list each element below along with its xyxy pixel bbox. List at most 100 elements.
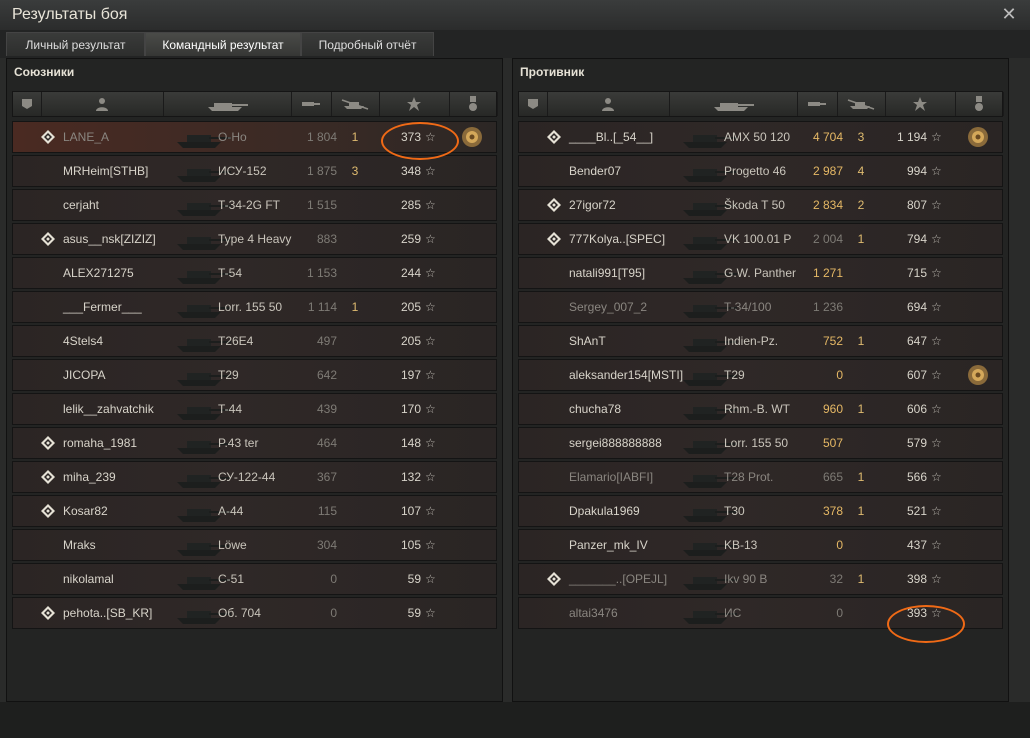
- kills-value: 1: [857, 334, 865, 348]
- kills-value: [345, 598, 365, 628]
- player-row[interactable]: JICOPA T29 642 197 ☆: [12, 359, 497, 391]
- xp-star-icon: ☆: [425, 436, 436, 450]
- medal-icon[interactable]: [955, 92, 1004, 116]
- damage-value: 367: [316, 470, 337, 484]
- xp-value: 994: [906, 164, 927, 178]
- damage-value: 0: [330, 572, 337, 586]
- damage-value: 1 875: [306, 164, 337, 178]
- platoon-icon: [41, 606, 55, 620]
- player-row[interactable]: _______..[OPEJL] Ikv 90 B 32 1 398 ☆: [518, 563, 1003, 595]
- xp-star-icon: ☆: [931, 470, 942, 484]
- medal-icon[interactable]: [967, 126, 989, 148]
- medal-icon[interactable]: [461, 126, 483, 148]
- tank-name: Об. 704: [218, 606, 261, 620]
- player-row[interactable]: sergei888888888 Lorr. 155 50 507 579 ☆: [518, 427, 1003, 459]
- damage-value: 1 515: [306, 198, 337, 212]
- player-row[interactable]: Kosar82 A-44 115 107 ☆: [12, 495, 497, 527]
- player-row[interactable]: chucha78 Rhm.-B. WT 960 1 606 ☆: [518, 393, 1003, 425]
- player-row[interactable]: ShAnT Indien-Pz. 752 1 647 ☆: [518, 325, 1003, 357]
- kills-value: 3: [857, 130, 865, 144]
- damage-value: 1 804: [306, 130, 337, 144]
- damage-value: 0: [836, 368, 843, 382]
- kills-value: [345, 360, 365, 390]
- player-name: 777Kolya..[SPEC]: [569, 232, 666, 246]
- kills-value: 2: [857, 198, 865, 212]
- xp-value: 521: [906, 504, 927, 518]
- xp-value: 437: [906, 538, 927, 552]
- medal-icon[interactable]: [967, 364, 989, 386]
- tab-bar: Личный результат Командный результат Под…: [0, 30, 1030, 58]
- xp-value: 59: [407, 606, 421, 620]
- tab-team-result[interactable]: Командный результат: [145, 32, 301, 56]
- tank-name: T-34-2G FT: [218, 198, 281, 212]
- damage-value: 0: [330, 606, 337, 620]
- tank-name: O-Ho: [218, 130, 247, 144]
- player-row[interactable]: Sergey_007_2 T-34/100 1 236 694 ☆: [518, 291, 1003, 323]
- kills-value: [345, 224, 365, 254]
- damage-value: 304: [316, 538, 337, 552]
- player-row[interactable]: 27igor72 Škoda T 50 2 834 2 807 ☆: [518, 189, 1003, 221]
- player-row[interactable]: ____Bl..[_54__] AMX 50 120 4 704 3 1 194 ☆: [518, 121, 1003, 153]
- xp-value: 606: [906, 402, 927, 416]
- player-row[interactable]: Elamario[IABFI] T28 Prot. 665 1 566 ☆: [518, 461, 1003, 493]
- xp-star-icon: ☆: [425, 368, 436, 382]
- xp-value: 348: [400, 164, 421, 178]
- player-row[interactable]: aleksander154[MSTI] T29 0 607 ☆: [518, 359, 1003, 391]
- footer-strip: [0, 702, 1030, 738]
- player-row[interactable]: Mraks Löwe 304 105 ☆: [12, 529, 497, 561]
- kills-icon[interactable]: [331, 92, 380, 116]
- enemies-title: Противник: [520, 65, 585, 79]
- player-name: Kosar82: [63, 504, 108, 518]
- highlight-oval: [887, 605, 965, 643]
- damage-value: 378: [822, 504, 843, 518]
- player-row[interactable]: pehota..[SB_KR] Об. 704 0 59 ☆: [12, 597, 497, 629]
- player-row[interactable]: Dpakula1969 T30 378 1 521 ☆: [518, 495, 1003, 527]
- xp-star-icon: ☆: [425, 606, 436, 620]
- player-row[interactable]: ALEX271275 T-54 1 153 244 ☆: [12, 257, 497, 289]
- platoon-icon[interactable]: [13, 92, 42, 116]
- xp-star-icon: ☆: [425, 470, 436, 484]
- kills-icon[interactable]: [837, 92, 886, 116]
- tank-name: P.43 ter: [218, 436, 259, 450]
- player-row[interactable]: Bender07 Progetto 46 2 987 4 994 ☆: [518, 155, 1003, 187]
- player-row[interactable]: nikolamal C-51 0 59 ☆: [12, 563, 497, 595]
- xp-value: 205: [400, 334, 421, 348]
- player-row[interactable]: lelik__zahvatchik T-44 439 170 ☆: [12, 393, 497, 425]
- kills-value: [851, 598, 871, 628]
- player-row[interactable]: cerjaht T-34-2G FT 1 515 285 ☆: [12, 189, 497, 221]
- enemies-column-header: [518, 91, 1004, 117]
- kills-value: 1: [857, 232, 865, 246]
- player-row[interactable]: Panzer_mk_IV KB-13 0 437 ☆: [518, 529, 1003, 561]
- xp-star-icon[interactable]: [379, 92, 450, 116]
- kills-value: [345, 564, 365, 594]
- platoon-icon: [547, 232, 561, 246]
- damage-icon[interactable]: [291, 92, 332, 116]
- player-icon[interactable]: [547, 92, 670, 116]
- player-row[interactable]: 4Stels4 T26E4 497 205 ☆: [12, 325, 497, 357]
- player-icon[interactable]: [41, 92, 164, 116]
- tank-icon[interactable]: [163, 92, 292, 116]
- medal-icon[interactable]: [449, 92, 498, 116]
- highlight-oval: [381, 122, 459, 160]
- player-row[interactable]: ___Fermer___ Lorr. 155 50 1 114 1 205 ☆: [12, 291, 497, 323]
- tank-icon[interactable]: [669, 92, 798, 116]
- player-row[interactable]: romaha_1981 P.43 ter 464 148 ☆: [12, 427, 497, 459]
- xp-star-icon: ☆: [931, 368, 942, 382]
- xp-star-icon: ☆: [931, 130, 942, 144]
- xp-star-icon: ☆: [931, 232, 942, 246]
- player-row[interactable]: 777Kolya..[SPEC] VK 100.01 P 2 004 1 794 ☆: [518, 223, 1003, 255]
- tab-detailed-report[interactable]: Подробный отчёт: [301, 32, 434, 56]
- player-name: asus__nsk[ZIZIZ]: [63, 232, 156, 246]
- platoon-icon: [547, 198, 561, 212]
- xp-star-icon: ☆: [931, 572, 942, 586]
- player-row[interactable]: asus__nsk[ZIZIZ] Type 4 Heavy 883 259 ☆: [12, 223, 497, 255]
- player-row[interactable]: miha_239 СУ-122-44 367 132 ☆: [12, 461, 497, 493]
- damage-icon[interactable]: [797, 92, 838, 116]
- player-row[interactable]: natali991[T95] G.W. Panther 1 271 715 ☆: [518, 257, 1003, 289]
- tab-personal-result[interactable]: Личный результат: [6, 32, 145, 56]
- platoon-icon[interactable]: [519, 92, 548, 116]
- tank-name: T29: [218, 368, 239, 382]
- xp-star-icon[interactable]: [885, 92, 956, 116]
- close-icon[interactable]: ✕: [1000, 5, 1018, 23]
- xp-value: 794: [906, 232, 927, 246]
